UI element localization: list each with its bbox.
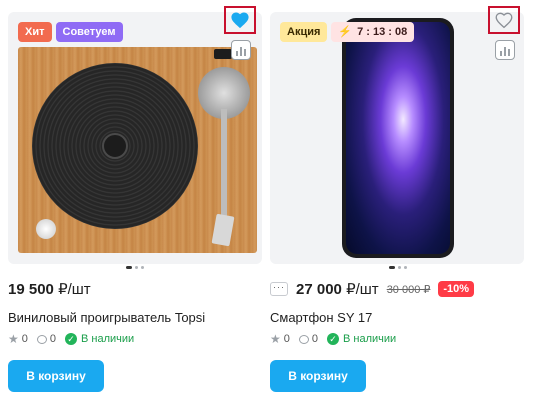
stock-status: ✓ В наличии <box>327 333 396 345</box>
rating: ★ 0 <box>8 332 28 346</box>
speed-knob <box>36 219 56 239</box>
turntable-image <box>18 47 257 253</box>
smartphone-image <box>342 18 454 258</box>
heart-filled-icon <box>231 12 249 29</box>
product-card: Хит Советуем 19 500 ₽/шт Виниловый проиг… <box>8 0 264 404</box>
product-name[interactable]: Смартфон SY 17 <box>270 310 372 325</box>
check-icon: ✓ <box>327 333 340 345</box>
lightning-icon: ⚡ <box>338 26 353 38</box>
compare-button[interactable] <box>231 40 251 60</box>
phone-screen <box>346 22 450 254</box>
add-to-cart-button[interactable]: В корзину <box>270 360 366 392</box>
product-image-area[interactable]: Акция ⚡ 7 : 13 : 08 <box>270 12 524 264</box>
rating: ★ 0 <box>270 332 290 346</box>
image-pager[interactable] <box>115 266 155 270</box>
check-icon: ✓ <box>65 333 78 345</box>
favorite-button[interactable] <box>224 6 256 34</box>
tonearm-head <box>211 213 235 247</box>
heart-outline-icon <box>495 12 513 29</box>
product-image-area[interactable]: Хит Советуем <box>8 12 262 264</box>
reviews[interactable]: 0 <box>298 333 318 345</box>
record-center <box>102 133 128 159</box>
add-to-cart-button[interactable]: В корзину <box>8 360 104 392</box>
bar-chart-icon <box>500 51 502 56</box>
promo-timer: ⚡ 7 : 13 : 08 <box>331 22 415 42</box>
product-meta: ★ 0 0 ✓ В наличии <box>270 332 396 346</box>
product-name[interactable]: Виниловый проигрыватель Topsi <box>8 310 205 325</box>
badge-recommended: Советуем <box>55 22 123 42</box>
compare-button[interactable] <box>495 40 515 60</box>
stock-status: ✓ В наличии <box>65 333 134 345</box>
record-platter <box>32 63 198 229</box>
badge-group: Акция ⚡ 7 : 13 : 08 <box>280 22 415 42</box>
turntable-switch <box>214 49 232 59</box>
comment-icon <box>36 334 47 344</box>
product-card: Акция ⚡ 7 : 13 : 08 ··· 27 000 ₽/шт 30 00… <box>270 0 526 404</box>
image-pager[interactable] <box>378 266 418 270</box>
tonearm <box>221 109 227 221</box>
product-meta: ★ 0 0 ✓ В наличии <box>8 332 134 346</box>
reviews[interactable]: 0 <box>36 333 56 345</box>
discount-badge: -10% <box>438 281 475 297</box>
old-price: 30 000 ₽ <box>386 283 431 296</box>
price-row: ··· 27 000 ₽/шт 30 000 ₽ -10% <box>270 280 475 298</box>
badge-promo: Акция <box>280 22 328 42</box>
price: 19 500 ₽/шт <box>8 281 91 298</box>
star-icon: ★ <box>270 332 281 346</box>
bar-chart-icon <box>236 51 238 56</box>
badge-group: Хит Советуем <box>18 22 123 42</box>
star-icon: ★ <box>8 332 19 346</box>
price-row: 19 500 ₽/шт <box>8 280 91 298</box>
badge-hit: Хит <box>18 22 52 42</box>
price: 27 000 ₽/шт <box>296 281 379 298</box>
favorite-button[interactable] <box>488 6 520 34</box>
more-options-icon[interactable]: ··· <box>270 282 288 296</box>
comment-icon <box>298 334 309 344</box>
